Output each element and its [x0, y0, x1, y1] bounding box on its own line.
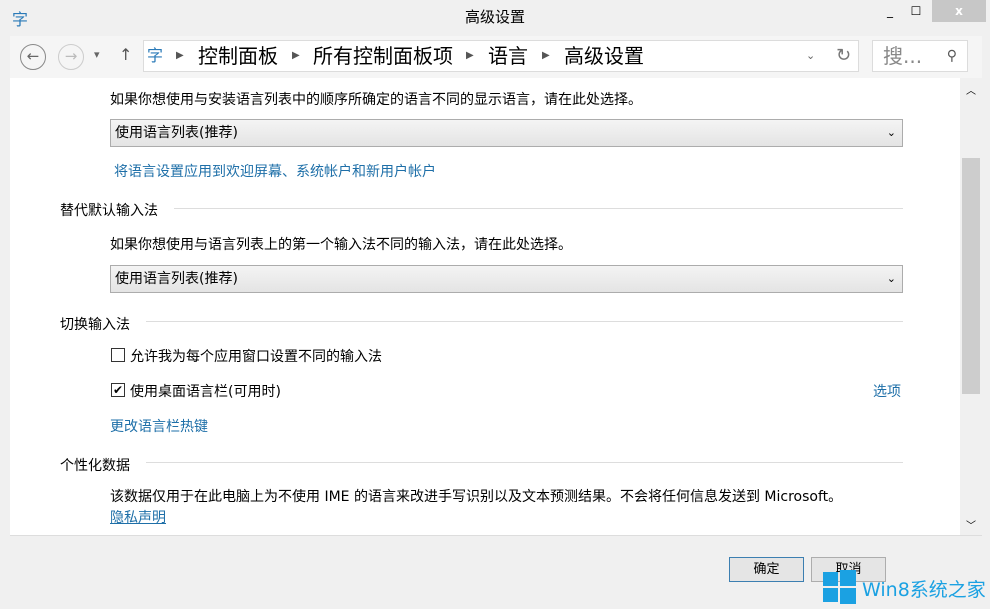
display-language-description: 如果你想使用与安装语言列表中的顺序所确定的语言不同的显示语言，请在此处选择。	[110, 92, 642, 108]
minimize-button[interactable]: _	[880, 0, 900, 22]
divider	[174, 208, 903, 209]
per-app-input-checkbox[interactable]	[111, 348, 125, 362]
breadcrumb-item[interactable]: 所有控制面板项	[313, 41, 453, 71]
input-method-description: 如果你想使用与语言列表上的第一个输入法不同的输入法，请在此处选择。	[110, 237, 572, 253]
search-icon: ⚲	[946, 48, 957, 64]
select-value: 使用语言列表(推荐)	[115, 125, 238, 141]
privacy-statement-link[interactable]: 隐私声明	[110, 507, 166, 527]
up-button[interactable]: ↑	[119, 45, 132, 64]
close-button[interactable]: x	[932, 0, 986, 22]
personalization-heading: 个性化数据	[60, 458, 130, 474]
input-method-select[interactable]: 使用语言列表(推荐) ⌄	[110, 265, 903, 293]
control-panel-icon: 字	[147, 46, 164, 65]
change-hotkeys-link[interactable]: 更改语言栏热键	[110, 416, 208, 436]
chevron-down-icon: ⌄	[886, 126, 896, 139]
search-placeholder: 搜...	[883, 44, 923, 68]
switch-input-heading: 切换输入法	[60, 317, 130, 333]
ok-button[interactable]: 确定	[729, 557, 804, 582]
input-method-heading: 替代默认输入法	[60, 203, 158, 219]
chevron-down-icon: ⌄	[886, 272, 896, 285]
desktop-language-bar-label[interactable]: 使用桌面语言栏(可用时)	[130, 381, 281, 401]
breadcrumb-item[interactable]: 高级设置	[564, 41, 644, 71]
per-app-input-label[interactable]: 允许我为每个应用窗口设置不同的输入法	[130, 346, 382, 366]
divider	[146, 321, 903, 322]
personalization-description: 该数据仅用于在此电脑上为不使用 IME 的语言来改进手写识别以及文本预测结果。不…	[110, 489, 843, 505]
app-icon: 字	[12, 10, 29, 29]
windows-logo-icon	[823, 570, 856, 604]
options-link[interactable]: 选项	[873, 381, 901, 401]
address-dropdown-icon[interactable]: ⌄	[806, 41, 815, 71]
address-bar[interactable]: 字 ▶ 控制面板 ▶ 所有控制面板项 ▶ 语言 ▶ 高级设置 ⌄ ↻	[143, 40, 859, 72]
scrollbar-thumb[interactable]	[962, 158, 980, 394]
refresh-button[interactable]: ↻	[836, 41, 851, 71]
display-language-select[interactable]: 使用语言列表(推荐) ⌄	[110, 119, 903, 147]
select-value: 使用语言列表(推荐)	[115, 271, 238, 287]
forward-button[interactable]: →	[58, 44, 84, 70]
search-input[interactable]: 搜... ⚲	[872, 40, 968, 72]
window-title: 高级设置	[464, 8, 525, 26]
watermark-text: Win8系统之家	[862, 579, 986, 601]
back-button[interactable]: ←	[20, 44, 46, 70]
desktop-language-bar-checkbox[interactable]: ✔	[111, 383, 125, 397]
breadcrumb-item[interactable]: 语言	[488, 41, 528, 71]
recent-dropdown[interactable]: ▾	[94, 48, 100, 61]
breadcrumb-item[interactable]: 控制面板	[198, 41, 278, 71]
maximize-button[interactable]: ☐	[906, 0, 926, 22]
divider	[146, 462, 903, 463]
scroll-down-icon[interactable]: ﹀	[966, 517, 976, 532]
apply-settings-link[interactable]: 将语言设置应用到欢迎屏幕、系统帐户和新用户帐户	[114, 161, 436, 181]
